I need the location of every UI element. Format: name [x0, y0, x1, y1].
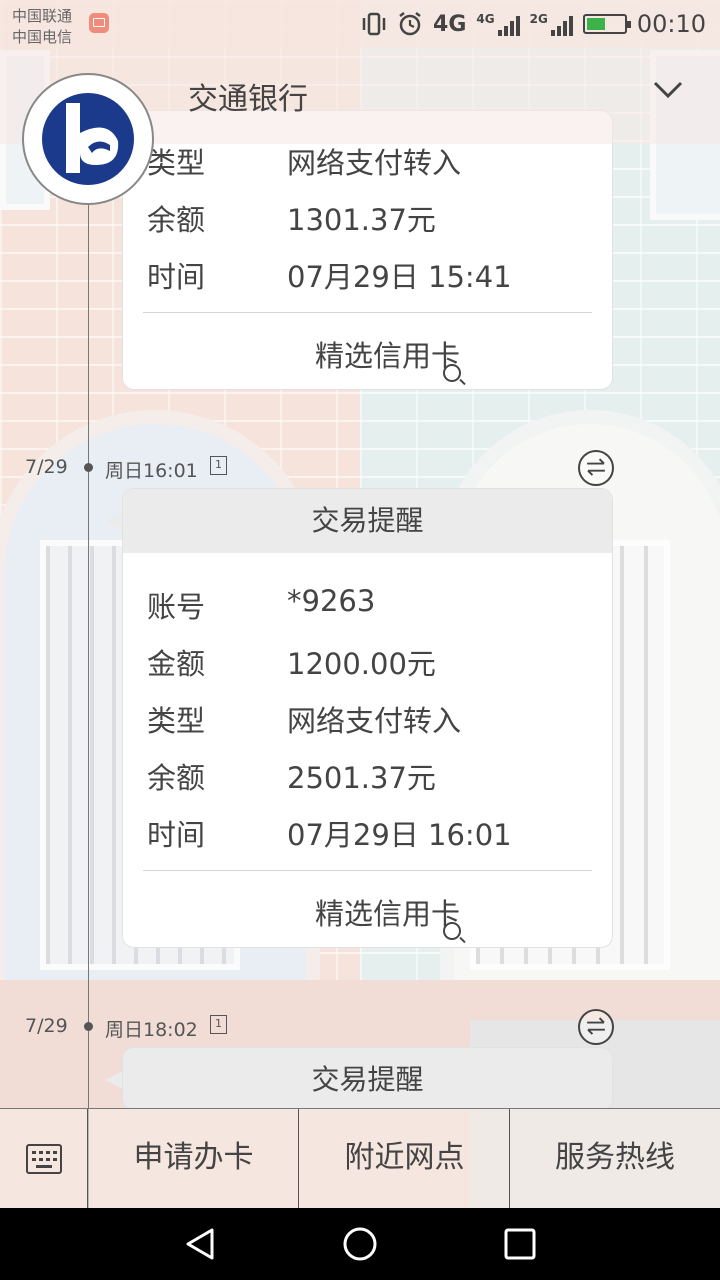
entry-time: 周日16:01 — [105, 460, 198, 482]
row-value: 07月29日 15:41 — [287, 260, 512, 294]
timeline-entry-header: 7/29 周日18:02 1 — [0, 1009, 720, 1045]
carrier-1-label: 中国联通 — [12, 7, 73, 25]
nearby-branches-button[interactable]: 附近网点 — [300, 1109, 510, 1209]
credit-card-link-label: 精选信用卡 — [315, 897, 461, 931]
transfer-icon[interactable] — [578, 450, 614, 486]
row-value: 1200.00元 — [287, 647, 436, 681]
recent-apps-icon[interactable] — [502, 1226, 538, 1262]
vibrate-icon — [362, 12, 386, 36]
card-row: 类型 网络支付转入 — [123, 685, 612, 742]
search-icon — [443, 364, 461, 382]
keyboard-icon — [26, 1144, 62, 1174]
card-row: 金额 1200.00元 — [123, 628, 612, 685]
card-row: 余额 2501.37元 — [123, 742, 612, 799]
network-2-label: 4G — [476, 12, 495, 26]
card-row: 余额 1301.37元 — [123, 184, 612, 241]
entry-date: 7/29 — [25, 456, 68, 478]
credit-card-link[interactable]: 精选信用卡 — [283, 891, 461, 940]
row-value: *9263 — [287, 584, 376, 618]
row-key: 余额 — [147, 761, 206, 795]
timeline-dot — [84, 1022, 93, 1031]
row-key: 账号 — [147, 590, 206, 624]
card-footer: 精选信用卡 — [123, 313, 612, 389]
bottom-menu-bar: 申请办卡 附近网点 服务热线 — [0, 1108, 720, 1209]
row-value: 2501.37元 — [287, 761, 436, 795]
row-key: 金额 — [147, 647, 206, 681]
alarm-icon — [399, 12, 421, 36]
back-icon[interactable] — [182, 1226, 218, 1262]
card-title: 交易提醒 — [123, 489, 612, 553]
card-row: 时间 07月29日 16:01 — [123, 799, 612, 856]
battery-charging-icon — [582, 14, 631, 34]
service-hotline-button[interactable]: 服务热线 — [510, 1109, 720, 1209]
row-key: 类型 — [147, 146, 206, 180]
bank-title: 交通银行 — [188, 82, 308, 117]
note-icon[interactable]: 1 — [210, 456, 227, 475]
home-icon[interactable] — [342, 1226, 378, 1262]
transaction-card: 类型 网络支付转入 余额 1301.37元 时间 07月29日 15:41 精选… — [122, 110, 613, 390]
network-1-label: 4G — [433, 11, 467, 37]
carrier-2-label: 中国电信 — [12, 28, 73, 46]
card-footer: 精选信用卡 — [123, 871, 612, 947]
entry-time: 周日18:02 — [105, 1019, 198, 1041]
entry-date: 7/29 — [25, 1015, 68, 1037]
signal-2-icon: 2G — [530, 12, 573, 36]
search-icon — [443, 922, 461, 940]
credit-card-link[interactable]: 精选信用卡 — [283, 333, 461, 382]
row-value: 网络支付转入 — [287, 146, 462, 180]
transaction-card: 交易提醒 — [122, 1047, 613, 1111]
credit-card-link-label: 精选信用卡 — [315, 339, 461, 373]
apply-card-button[interactable]: 申请办卡 — [89, 1109, 299, 1209]
status-bar: 中国联通 中国电信 4G 4G 2G 00:10 — [0, 0, 720, 48]
row-key: 类型 — [147, 704, 206, 738]
row-key: 时间 — [147, 818, 206, 852]
row-value: 网络支付转入 — [287, 704, 462, 738]
system-navigation-bar — [0, 1208, 720, 1280]
keyboard-toggle-button[interactable] — [0, 1109, 88, 1209]
row-value: 1301.37元 — [287, 203, 436, 237]
card-row: 时间 07月29日 15:41 — [123, 241, 612, 298]
note-icon[interactable]: 1 — [210, 1015, 227, 1034]
card-row: 账号 *9263 — [123, 571, 612, 628]
clock: 00:10 — [636, 10, 706, 38]
timeline-entry-header: 7/29 周日16:01 1 — [0, 450, 720, 486]
row-value: 07月29日 16:01 — [287, 818, 512, 852]
row-key: 余额 — [147, 203, 206, 237]
row-key: 时间 — [147, 260, 206, 294]
timeline-dot — [84, 463, 93, 472]
card-title: 交易提醒 — [123, 1048, 612, 1110]
transfer-icon[interactable] — [578, 1009, 614, 1045]
transaction-card: 交易提醒 账号 *9263 金额 1200.00元 类型 网络支付转入 余额 2… — [122, 488, 613, 948]
bocom-logo-icon — [42, 93, 134, 185]
timeline-line — [88, 200, 89, 1210]
mail-icon — [89, 13, 109, 33]
network-3-label: 2G — [529, 12, 548, 26]
bank-logo[interactable] — [22, 73, 154, 205]
signal-icon: 4G — [476, 12, 520, 36]
chevron-down-icon[interactable] — [652, 78, 684, 102]
